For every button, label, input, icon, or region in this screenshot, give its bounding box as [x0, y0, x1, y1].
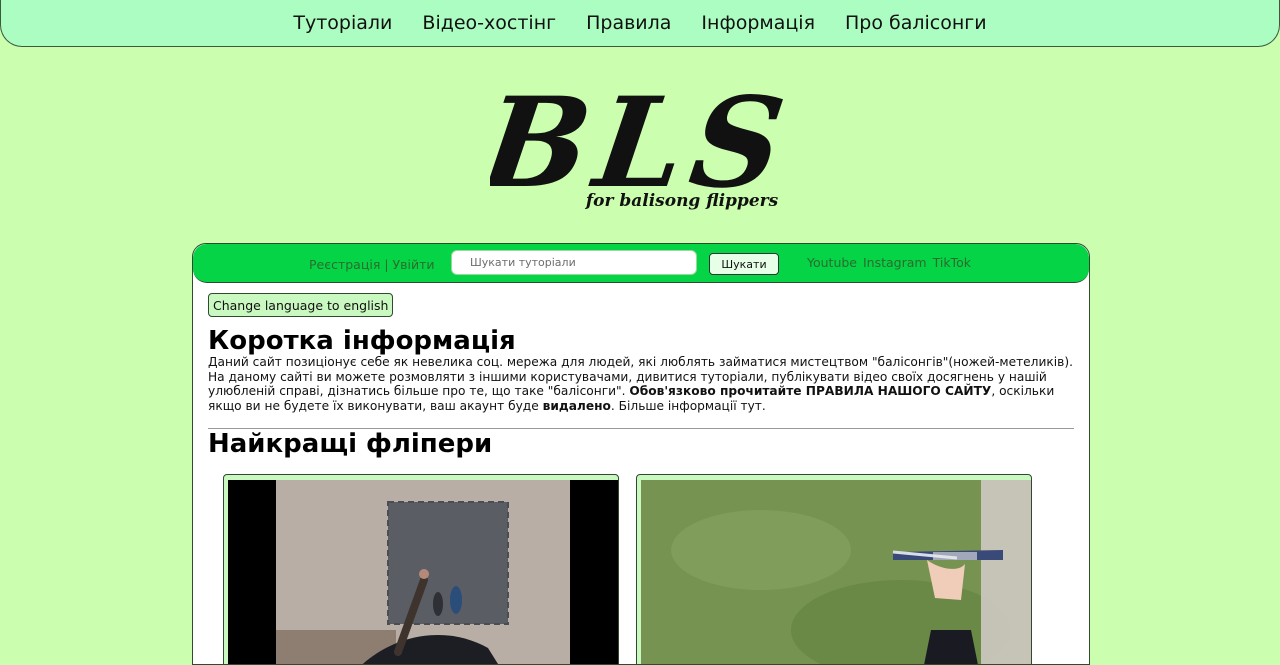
- tiktok-link[interactable]: TikTok: [933, 255, 971, 270]
- toolbar: Реєстрація | Увійти Шукати Youtube Insta…: [193, 244, 1089, 283]
- main-panel: Реєстрація | Увійти Шукати Youtube Insta…: [192, 243, 1090, 665]
- site-logo: BLS for balisong flippers: [490, 71, 800, 216]
- video-thumbnail[interactable]: [641, 480, 1031, 665]
- top-navigation: Туторіали Відео-хостінг Правила Інформац…: [0, 0, 1280, 47]
- change-language-button[interactable]: Change language to english: [208, 293, 394, 317]
- nav-item-about-balisongs[interactable]: Про балісонги: [845, 12, 987, 34]
- youtube-link[interactable]: Youtube: [807, 255, 857, 270]
- video-thumbnail[interactable]: [228, 480, 618, 665]
- deleted-notice: видалено: [542, 398, 611, 413]
- nav-item-tutorials[interactable]: Туторіали: [293, 12, 392, 34]
- info-paragraph: Даний сайт позиціонує себе як невелика с…: [208, 355, 1074, 413]
- auth-links: Реєстрація | Увійти: [309, 257, 435, 272]
- search-button[interactable]: Шукати: [709, 253, 779, 275]
- info-text-part3: . Більше інформації тут.: [610, 398, 766, 413]
- logo-subtitle: for balisong flippers: [585, 191, 779, 211]
- nav-item-information[interactable]: Інформація: [701, 12, 815, 34]
- social-links: Youtube Instagram TikTok: [807, 255, 971, 270]
- login-link[interactable]: Увійти: [393, 257, 435, 272]
- instagram-link[interactable]: Instagram: [863, 255, 927, 270]
- best-flippers-heading: Найкращі фліпери: [208, 429, 493, 459]
- rules-notice: Обов'язково прочитайте ПРАВИЛА НАШОГО СА…: [629, 384, 992, 399]
- nav-item-rules[interactable]: Правила: [586, 12, 671, 34]
- register-link[interactable]: Реєстрація: [309, 257, 380, 272]
- video-card[interactable]: [223, 474, 619, 665]
- auth-separator: |: [384, 257, 389, 272]
- info-heading: Коротка інформація: [208, 326, 516, 356]
- video-card[interactable]: [636, 474, 1032, 665]
- nav-item-video-hosting[interactable]: Відео-хостінг: [422, 12, 556, 34]
- search-input[interactable]: [451, 250, 697, 275]
